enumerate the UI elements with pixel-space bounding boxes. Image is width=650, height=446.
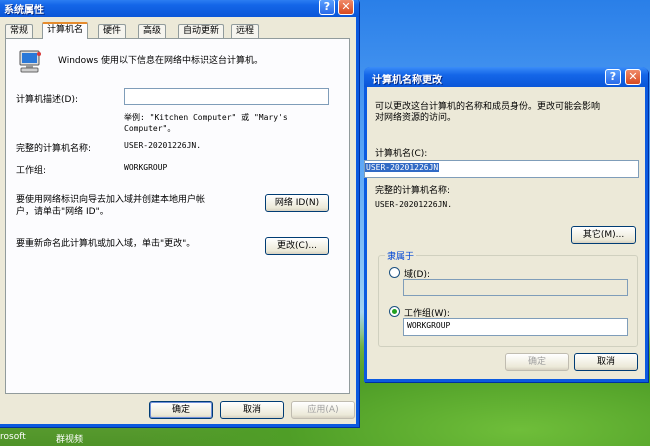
- dialog-ok-button[interactable]: 确定: [505, 353, 569, 371]
- dialog-help-button[interactable]: ?: [605, 69, 621, 85]
- dialog-full-name-label: 完整的计算机名称:: [375, 186, 451, 196]
- rename-dialog-client: 可以更改这台计算机的名称和成员身份。更改可能会影响 对网络资源的访问。 计算机名…: [364, 87, 645, 379]
- system-properties-titlebar[interactable]: 系统属性 ? ✕: [0, 0, 359, 17]
- dialog-cancel-button[interactable]: 取消: [574, 353, 638, 371]
- tab-auto-update[interactable]: 自动更新: [178, 24, 225, 38]
- member-of-group: 隶属于 域(D): 工作组(W): WORKGROUP: [378, 249, 638, 347]
- network-id-text-line2: 户，请单击"网络 ID"。: [16, 207, 109, 217]
- workgroup-value: WORKGROUP: [124, 163, 168, 172]
- tab-hardware[interactable]: 硬件: [98, 24, 127, 38]
- dialog-full-name-value: USER-20201226JN.: [375, 200, 453, 209]
- dialog-workgroup-input[interactable]: WORKGROUP: [403, 318, 628, 336]
- computer-name-changes-dialog: 计算机名称更改 ? ✕ 可以更改这台计算机的名称和成员身份。更改可能会影响 对网…: [364, 67, 648, 382]
- taskbar-label-microsoft[interactable]: rosoft: [0, 432, 26, 442]
- dialog-close-button[interactable]: ✕: [625, 69, 641, 85]
- apply-button[interactable]: 应用(A): [291, 401, 355, 419]
- workgroup-label: 工作组:: [16, 166, 47, 176]
- domain-radio[interactable]: [389, 267, 400, 278]
- tab-remote[interactable]: 远程: [231, 24, 260, 38]
- change-button[interactable]: 更改(C)...: [265, 237, 329, 255]
- tab-computer-name[interactable]: 计算机名: [42, 22, 89, 39]
- full-computer-name-label: 完整的计算机名称:: [16, 144, 92, 154]
- system-properties-client: 常规 计算机名 硬件 高级 自动更新 远程 Windows 使用以下信息在网络中…: [0, 17, 356, 424]
- dialog-title: 计算机名称更改: [372, 75, 442, 86]
- rename-text: 要重新命名此计算机或加入域，单击"更改"。: [16, 239, 196, 249]
- example-text-line1: 举例: "Kitchen Computer" 或 "Mary's: [124, 113, 288, 122]
- computer-icon: [17, 50, 43, 74]
- window-title: 系统属性: [4, 5, 44, 16]
- example-text-line2: Computer"。: [124, 124, 176, 133]
- network-id-button[interactable]: 网络 ID(N): [265, 194, 329, 212]
- domain-input[interactable]: [403, 279, 628, 296]
- computer-name-panel: Windows 使用以下信息在网络中标识这台计算机。 计算机描述(D): 举例:…: [5, 38, 350, 394]
- help-button[interactable]: ?: [319, 0, 335, 15]
- ok-button[interactable]: 确定: [149, 401, 213, 419]
- rename-dialog-titlebar[interactable]: 计算机名称更改 ? ✕: [364, 67, 648, 87]
- computer-name-input[interactable]: USER-20201226JN: [364, 160, 639, 178]
- cancel-button[interactable]: 取消: [220, 401, 284, 419]
- computer-name-selected-text: USER-20201226JN: [365, 163, 440, 172]
- workgroup-radio[interactable]: [389, 306, 400, 317]
- member-of-title: 隶属于: [385, 249, 417, 262]
- computer-description-label: 计算机描述(D):: [16, 95, 78, 105]
- more-button[interactable]: 其它(M)...: [571, 226, 636, 244]
- computer-name-label: 计算机名(C):: [375, 149, 428, 159]
- computer-description-input[interactable]: [124, 88, 329, 105]
- full-computer-name-value: USER-20201226JN.: [124, 141, 202, 150]
- close-button[interactable]: ✕: [338, 0, 354, 15]
- taskbar-label-group-video[interactable]: 群视频: [56, 432, 83, 445]
- tab-advanced[interactable]: 高级: [138, 24, 167, 38]
- tab-general[interactable]: 常规: [5, 24, 34, 38]
- intro-text: Windows 使用以下信息在网络中标识这台计算机。: [58, 56, 264, 66]
- system-properties-window: 系统属性 ? ✕ 常规 计算机名 硬件 高级 自动更新 远程 Windows 使…: [0, 0, 359, 427]
- dialog-intro-line2: 对网络资源的访问。: [375, 113, 457, 123]
